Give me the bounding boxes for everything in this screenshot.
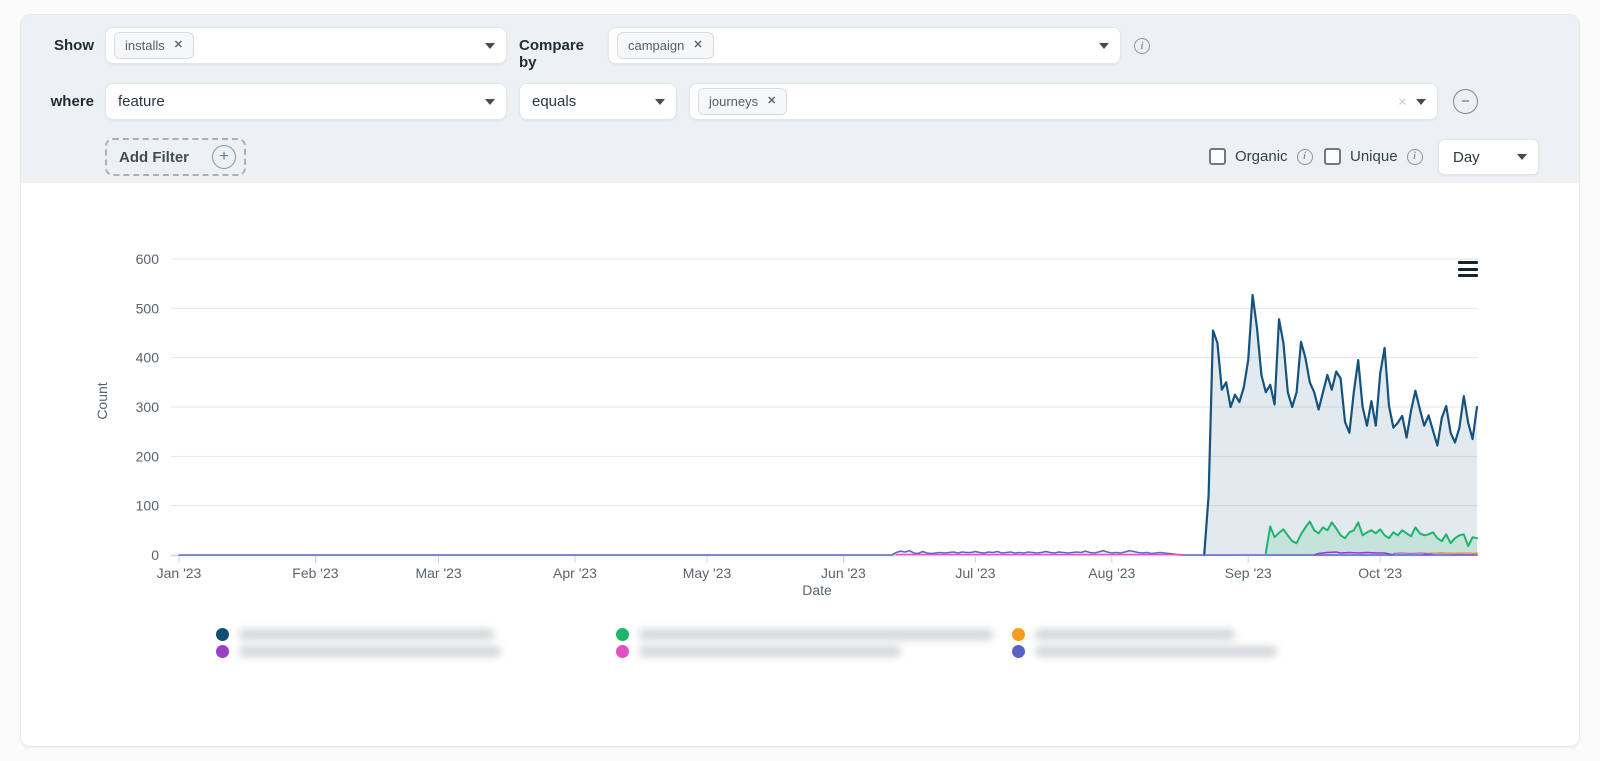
add-filter-label: Add Filter (119, 148, 189, 166)
organic-info-icon[interactable]: i (1296, 148, 1313, 165)
legend-label-redacted (1035, 628, 1235, 640)
compare-by-label: Compare by (519, 37, 585, 71)
chevron-down-icon[interactable] (1416, 98, 1426, 105)
legend-label-redacted (639, 628, 993, 640)
y-tick-label: 100 (136, 498, 160, 514)
series-line (1432, 552, 1478, 555)
x-tick-label: Jul '23 (955, 565, 995, 581)
timeseries-chart: 0 100 200 300 400 500 600 Jan '23 Feb '23 Mar '23… (136, 251, 1479, 581)
add-filter-button[interactable]: Add Filter + (105, 138, 246, 176)
chip-remove-icon[interactable]: ✕ (174, 40, 183, 51)
where-label: where (50, 93, 94, 110)
unique-label: Unique (1350, 148, 1398, 165)
legend-item[interactable] (1012, 644, 1277, 658)
filter-panel: Show installs ✕ Compare by campaign ✕ i … (21, 15, 1579, 183)
x-tick-label: Feb '23 (292, 565, 338, 581)
legend-column (616, 627, 993, 658)
where-operator-value: equals (532, 93, 577, 110)
chart-section: 0 100 200 300 400 500 600 Jan '23 Feb '23 Mar '23… (21, 183, 1579, 746)
x-tick-label: May '23 (683, 565, 732, 581)
legend-swatch-icon (616, 644, 629, 658)
series-area (1204, 295, 1477, 555)
legend-swatch-icon (1012, 627, 1025, 641)
where-field-select[interactable]: feature (105, 83, 507, 120)
minus-icon: − (1461, 93, 1470, 110)
where-value-select[interactable]: journeys ✕ ✕ (689, 83, 1438, 120)
legend-item[interactable] (216, 627, 501, 641)
legend-item[interactable] (616, 627, 993, 641)
legend-swatch-icon (216, 644, 229, 658)
chevron-down-icon[interactable] (1099, 42, 1109, 49)
chip-remove-icon[interactable]: ✕ (693, 40, 702, 51)
legend-swatch-icon (616, 627, 629, 641)
legend-column (216, 627, 501, 658)
organic-option: Organic i (1209, 148, 1313, 165)
organic-label: Organic (1235, 148, 1288, 165)
chevron-down-icon[interactable] (1517, 154, 1527, 160)
compare-by-chip-label: campaign (628, 38, 685, 53)
where-field-value: feature (118, 93, 165, 110)
y-tick-label: 500 (136, 300, 160, 316)
x-tick-label: Jan '23 (157, 565, 202, 581)
y-tick-label: 400 (136, 350, 160, 366)
chart-menu-icon[interactable] (1458, 261, 1478, 277)
show-chip-label: installs (125, 38, 165, 53)
compare-info-icon[interactable]: i (1134, 38, 1150, 54)
legend-item[interactable] (616, 644, 993, 658)
legend-column (1012, 627, 1277, 658)
compare-by-chip[interactable]: campaign ✕ (617, 32, 714, 59)
chevron-down-icon[interactable] (485, 98, 495, 105)
unique-info-icon[interactable]: i (1406, 148, 1423, 165)
show-select[interactable]: installs ✕ (105, 27, 507, 64)
y-axis-title: Count (94, 382, 110, 420)
legend-swatch-icon (216, 627, 229, 641)
legend-swatch-icon (1012, 644, 1025, 658)
chevron-down-icon[interactable] (485, 42, 495, 49)
dashboard-card: Show installs ✕ Compare by campaign ✕ i … (20, 14, 1580, 747)
x-tick-label: Apr '23 (553, 565, 597, 581)
clear-all-icon[interactable]: ✕ (1398, 95, 1407, 108)
x-tick-label: Oct '23 (1358, 565, 1402, 581)
granularity-select[interactable]: Day (1438, 139, 1539, 175)
y-tick-label: 0 (151, 547, 159, 563)
organic-checkbox[interactable] (1209, 148, 1226, 165)
unique-option: Unique i (1324, 148, 1423, 165)
show-chip[interactable]: installs ✕ (114, 32, 194, 59)
where-value-chip[interactable]: journeys ✕ (698, 88, 788, 115)
legend-label-redacted (239, 645, 501, 657)
x-tick-label: Mar '23 (415, 565, 461, 581)
x-axis-title: Date (802, 582, 832, 598)
plus-icon: + (212, 145, 236, 169)
y-tick-label: 600 (136, 251, 160, 267)
legend-label-redacted (639, 645, 901, 657)
legend-item[interactable] (216, 644, 501, 658)
remove-filter-button[interactable]: − (1453, 89, 1478, 114)
legend-label-redacted (1035, 645, 1277, 657)
unique-checkbox[interactable] (1324, 148, 1341, 165)
x-tick-label: Sep '23 (1225, 565, 1272, 581)
where-operator-select[interactable]: equals (519, 83, 677, 120)
granularity-value: Day (1453, 148, 1480, 166)
legend-label-redacted (239, 628, 494, 640)
y-tick-label: 300 (136, 399, 160, 415)
where-value-chip-label: journeys (709, 94, 759, 109)
compare-by-select[interactable]: campaign ✕ (608, 27, 1121, 64)
chevron-down-icon[interactable] (655, 98, 665, 105)
legend-item[interactable] (1012, 627, 1277, 641)
x-tick-label: Aug '23 (1088, 565, 1135, 581)
chip-remove-icon[interactable]: ✕ (767, 96, 776, 107)
y-tick-label: 200 (136, 448, 160, 464)
show-label: Show (54, 37, 94, 54)
x-tick-label: Jun '23 (821, 565, 866, 581)
